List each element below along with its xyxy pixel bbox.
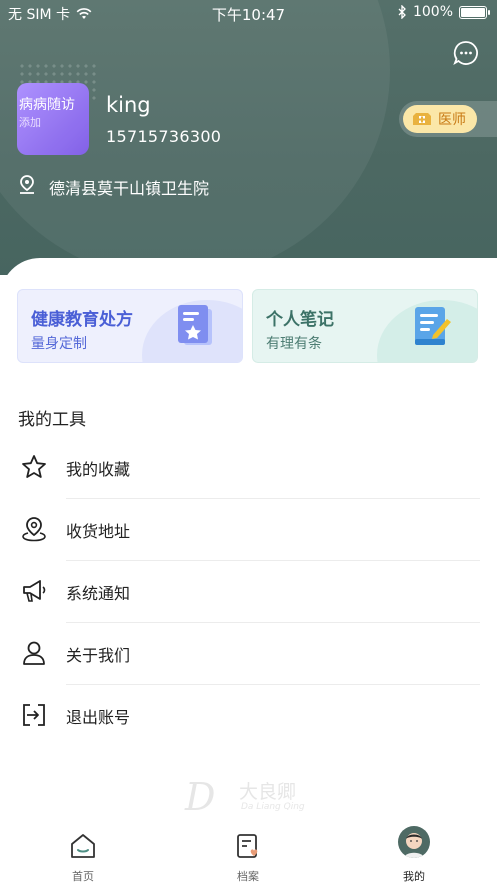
profile-header: 无 SIM 卡 下午10:47 100% 病病随访 添加 king 157157… <box>0 0 497 275</box>
star-icon <box>22 455 46 478</box>
personal-notes-card[interactable]: 个人笔记 有理有条 <box>252 289 478 363</box>
avatar[interactable]: 病病随访 添加 <box>17 83 89 155</box>
status-bar: 无 SIM 卡 下午10:47 100% <box>0 0 497 26</box>
tab-label: 档案 <box>237 870 259 883</box>
person-icon <box>23 641 45 665</box>
brand-name-en: Da Liang Qing <box>241 802 305 812</box>
medical-kit-icon <box>413 113 431 125</box>
user-phone: 15715736300 <box>106 127 222 146</box>
location-pin-icon <box>20 175 34 194</box>
tab-bar: 首页 档案 我的 <box>0 822 497 883</box>
menu-item-logout[interactable]: 退出账号 <box>18 685 480 747</box>
menu-item-favorites[interactable]: 我的收藏 <box>18 437 480 499</box>
card-subtitle: 有理有条 <box>266 336 322 352</box>
tab-label: 我的 <box>403 870 425 883</box>
tab-me[interactable]: 我的 <box>364 822 464 883</box>
battery-icon <box>459 5 490 19</box>
card-title: 健康教育处方 <box>31 310 133 330</box>
menu-item-about[interactable]: 关于我们 <box>18 623 480 685</box>
menu-label: 关于我们 <box>66 646 131 665</box>
tab-home[interactable]: 首页 <box>33 822 133 883</box>
me-avatar-icon <box>398 826 430 858</box>
wifi-icon <box>76 8 92 19</box>
card-subtitle: 量身定制 <box>31 336 87 352</box>
avatar-line1: 病病随访 <box>19 97 75 113</box>
location-icon <box>22 517 46 542</box>
menu-label: 收货地址 <box>66 522 131 541</box>
badge-label: 医师 <box>438 112 466 128</box>
menu-label: 系统通知 <box>66 584 131 603</box>
battery-percent: 100% <box>412 4 453 20</box>
menu-label: 退出账号 <box>66 708 131 727</box>
tab-records[interactable]: 档案 <box>198 822 298 883</box>
brand-name-cn: 大良卿 <box>239 781 297 803</box>
user-name: king <box>106 93 151 117</box>
message-icon[interactable] <box>453 40 479 66</box>
menu-item-address[interactable]: 收货地址 <box>18 499 480 561</box>
avatar-line2: 添加 <box>19 116 41 129</box>
prescription-icon <box>178 305 212 345</box>
notebook-icon <box>415 307 451 345</box>
tools-section-title: 我的工具 <box>18 410 86 430</box>
records-icon <box>237 834 258 858</box>
hospital-name: 德清县莫干山镇卫生院 <box>49 179 210 198</box>
decorative-dots <box>18 62 98 102</box>
brand-logo: D 大良卿 Da Liang Qing <box>185 775 315 820</box>
doctor-badge[interactable]: 医师 <box>399 101 497 137</box>
menu-item-notifications[interactable]: 系统通知 <box>18 561 480 623</box>
bluetooth-icon <box>398 5 406 19</box>
card-title: 个人笔记 <box>266 310 334 330</box>
carrier-label: 无 SIM 卡 <box>8 7 70 23</box>
megaphone-icon <box>23 580 46 602</box>
tab-label: 首页 <box>72 870 94 883</box>
health-education-card[interactable]: 健康教育处方 量身定制 <box>17 289 243 363</box>
menu-label: 我的收藏 <box>66 460 131 479</box>
home-icon <box>71 834 95 858</box>
brand-logo-mark: D <box>185 775 216 819</box>
logout-icon <box>23 704 45 726</box>
